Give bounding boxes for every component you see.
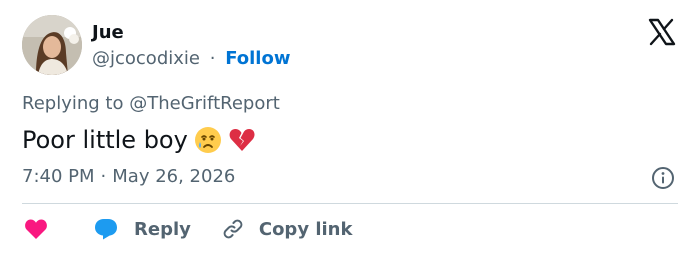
tweet-text: Poor little boy xyxy=(22,124,256,162)
copy-link-button[interactable]: Copy link xyxy=(221,217,353,241)
follow-button[interactable]: Follow xyxy=(225,48,290,69)
avatar-image xyxy=(22,15,82,75)
tweet-time: 7:40 PM xyxy=(22,166,95,187)
author-handle-row: @jcocodixie · Follow xyxy=(92,48,290,70)
reply-button[interactable]: Reply xyxy=(94,218,191,240)
author-name[interactable]: Jue xyxy=(92,22,124,44)
divider xyxy=(22,203,678,204)
link-icon xyxy=(223,219,243,239)
tweet-body: Poor little boy xyxy=(22,126,188,154)
meta-separator: · xyxy=(100,166,107,187)
replying-mention-link[interactable]: @TheGriftReport xyxy=(129,93,280,114)
reply-label: Reply xyxy=(134,218,191,240)
x-logo-icon[interactable] xyxy=(647,18,677,46)
broken-heart-emoji xyxy=(228,126,256,162)
replying-prefix: Replying to xyxy=(22,93,124,114)
reply-bubble-icon xyxy=(95,219,117,240)
heart-icon xyxy=(25,219,47,239)
tweet-date: May 26, 2026 xyxy=(112,166,236,187)
separator-dot: · xyxy=(209,48,216,69)
tweet-timestamp[interactable]: 7:40 PM · May 26, 2026 xyxy=(22,166,235,188)
action-bar: Reply Copy link xyxy=(22,216,352,242)
avatar[interactable] xyxy=(22,15,82,75)
info-icon[interactable] xyxy=(651,166,675,190)
like-button[interactable] xyxy=(24,218,48,240)
author-handle[interactable]: @jcocodixie xyxy=(92,48,200,69)
replying-to: Replying to @TheGriftReport xyxy=(22,93,280,115)
copy-link-label: Copy link xyxy=(258,218,353,240)
crying-face-emoji xyxy=(194,126,222,162)
